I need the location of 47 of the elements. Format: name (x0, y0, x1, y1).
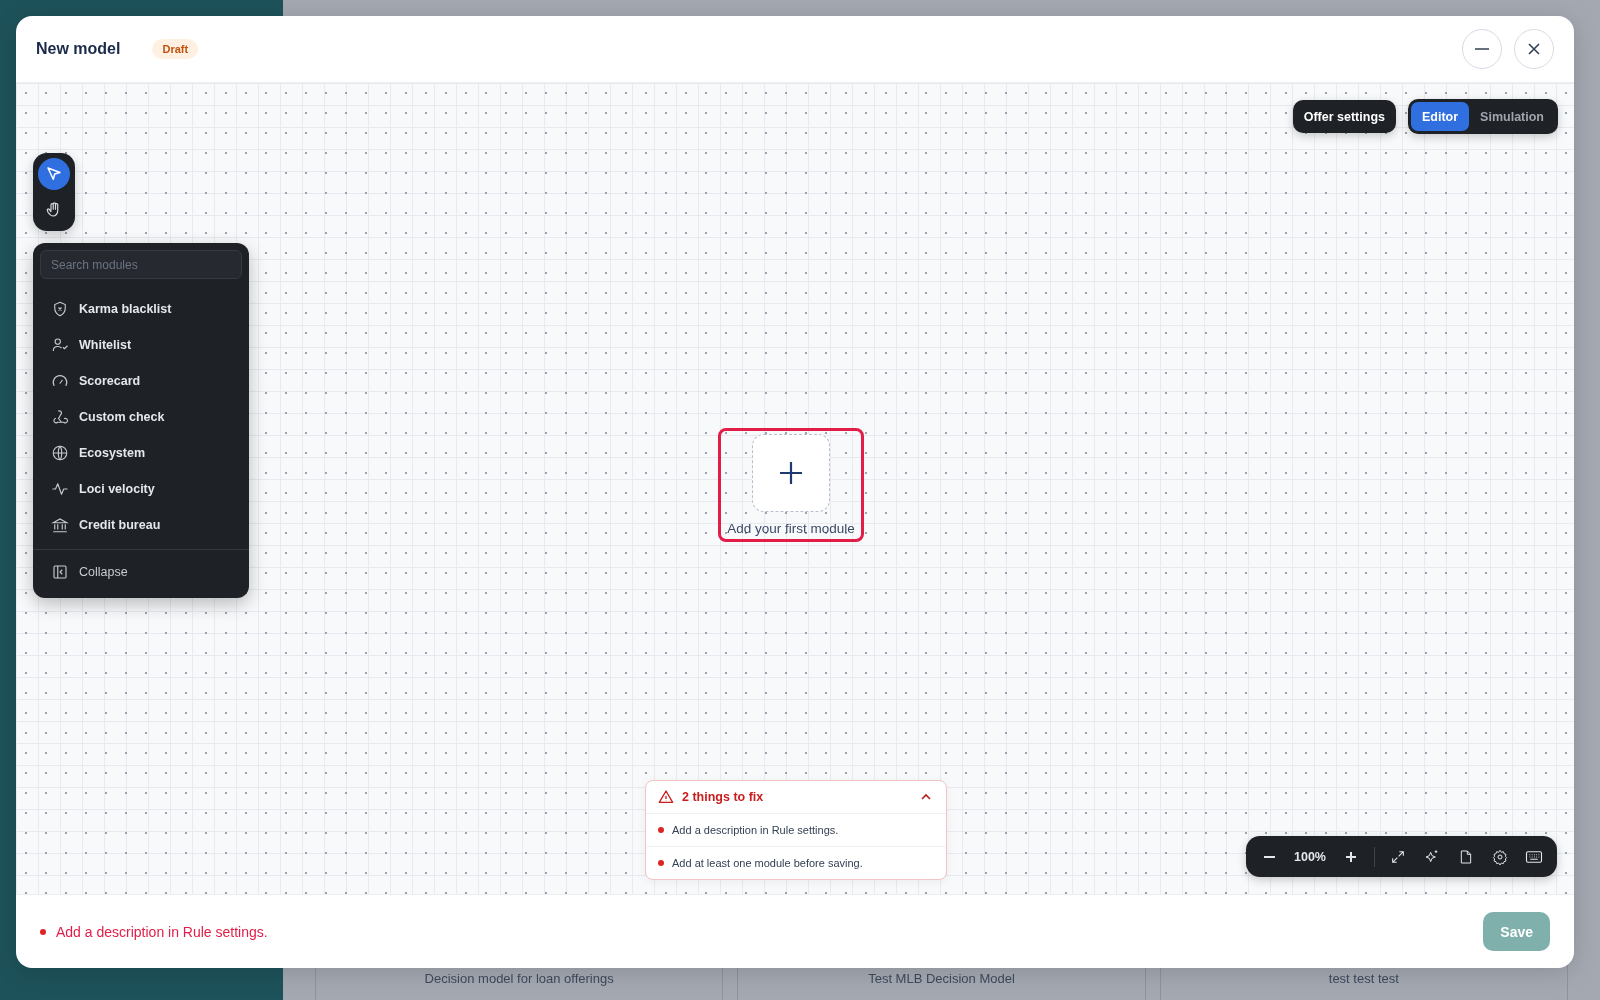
pointer-tool[interactable] (38, 158, 70, 190)
error-dot (658, 860, 664, 866)
user-check-icon (51, 336, 69, 354)
settings-icon (1492, 848, 1508, 865)
pulse-icon (51, 480, 69, 498)
sparkle-icon (1424, 848, 1440, 865)
close-button[interactable] (1514, 29, 1554, 69)
module-item[interactable]: Loci velocity (33, 471, 249, 507)
window-title: New model (36, 40, 121, 58)
minus-icon (1263, 855, 1275, 858)
module-item[interactable]: Karma blacklist (33, 291, 249, 327)
module-item[interactable]: Whitelist (33, 327, 249, 363)
plus-icon (1345, 850, 1357, 863)
card-title: test test test (1328, 971, 1399, 987)
warning-icon (658, 789, 674, 805)
expand-icon (1390, 848, 1406, 865)
module-item[interactable]: Ecosystem (33, 435, 249, 471)
module-item[interactable]: Scorecard (33, 363, 249, 399)
keyboard-icon (1525, 848, 1543, 865)
sidebar-collapse-icon (51, 563, 69, 581)
document-icon (1458, 848, 1474, 865)
shield-icon (51, 300, 69, 318)
issue-text: Add at least one module before saving. (672, 857, 863, 869)
error-message: Add a description in Rule settings. (56, 923, 268, 940)
error-dot (658, 827, 664, 833)
empty-state-label: Add your first module (727, 521, 855, 536)
view-tab[interactable]: Editor (1411, 102, 1470, 131)
minus-icon (1475, 48, 1489, 50)
webhook-icon (51, 408, 69, 426)
collapse-button[interactable]: Collapse (33, 554, 146, 590)
offer-settings-button[interactable]: Offer settings (1292, 100, 1396, 133)
error-dot (40, 928, 46, 935)
zoom-level: 100% (1293, 849, 1327, 864)
card-title: Test MLB Decision Model (868, 971, 1015, 987)
plus-icon (778, 460, 804, 486)
issue-text: Add a description in Rule settings. (672, 824, 839, 836)
bank-icon (51, 516, 69, 534)
pointer-icon (45, 165, 63, 183)
issues-title: 2 things to fix (682, 790, 764, 804)
close-icon (1526, 41, 1542, 57)
module-item[interactable]: Custom check (33, 399, 249, 435)
search-field[interactable]: Search modules (40, 250, 242, 279)
view-tab[interactable]: Simulation (1469, 102, 1555, 131)
globe-icon (51, 444, 69, 462)
card-title: Decision model for loan offerings (424, 971, 614, 987)
module-item[interactable]: Credit bureau (33, 507, 249, 543)
status-badge: Draft (152, 39, 199, 59)
